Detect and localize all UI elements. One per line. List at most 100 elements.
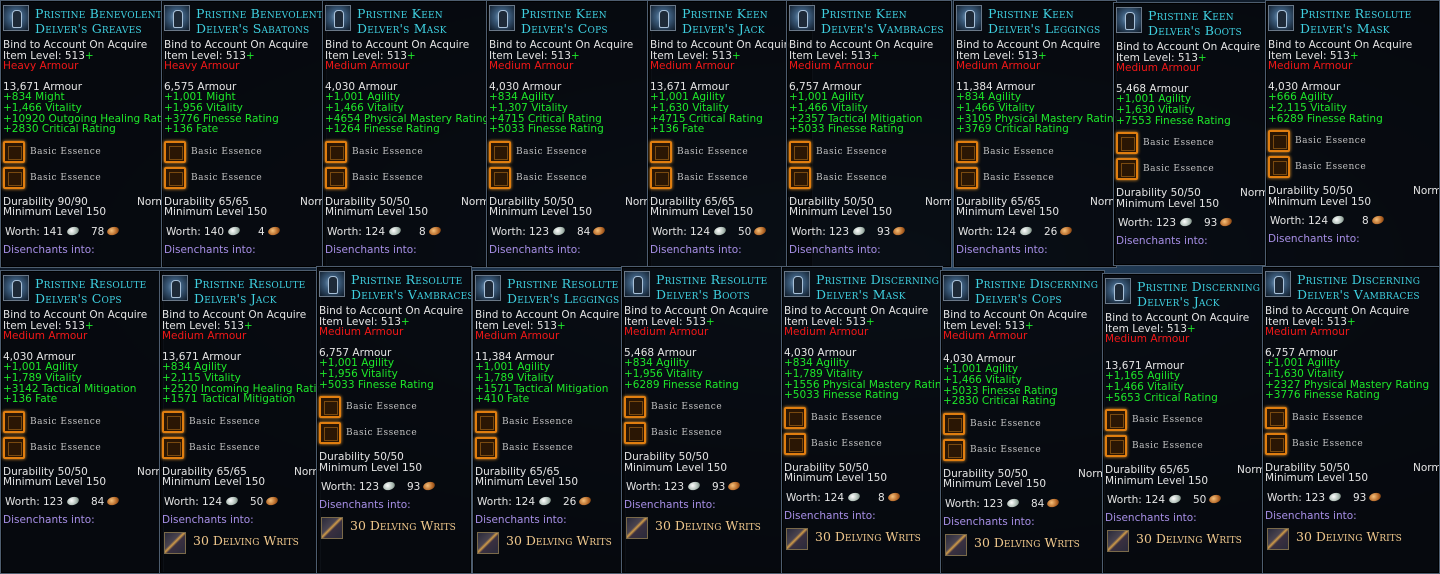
- essence-socket-icon[interactable]: [943, 438, 965, 461]
- essence-socket-icon[interactable]: [1105, 409, 1127, 432]
- item-tooltip[interactable]: Pristine Discerning Delver's Jack Bind to …: [1102, 273, 1264, 574]
- armour-item-icon[interactable]: [3, 5, 29, 31]
- essence-slot[interactable]: Basic Essence: [624, 396, 780, 422]
- delving-writ-icon[interactable]: [945, 533, 967, 556]
- essence-socket-icon[interactable]: [164, 140, 186, 163]
- delving-writ-icon[interactable]: [1267, 527, 1289, 550]
- essence-slot[interactable]: Basic Essence: [943, 438, 1102, 465]
- item-tooltip[interactable]: Pristine Keen Delver's Mask Bind to Accoun…: [322, 0, 488, 268]
- item-tooltip[interactable]: Pristine Keen Delver's Boots Bind to Accou…: [1113, 2, 1267, 266]
- essence-socket-icon[interactable]: [162, 410, 184, 433]
- essence-socket-icon[interactable]: [650, 140, 672, 163]
- essence-slot[interactable]: Basic Essence: [789, 140, 949, 167]
- essence-socket-icon[interactable]: [956, 140, 978, 163]
- essence-slot[interactable]: Basic Essence: [475, 410, 623, 437]
- item-tooltip[interactable]: Pristine Benevolent Delver's Greaves Bind …: [0, 0, 164, 268]
- armour-item-icon[interactable]: [650, 5, 676, 31]
- item-tooltip[interactable]: Pristine Discerning Delver's Mask Bind to …: [781, 266, 943, 574]
- item-tooltip[interactable]: Pristine Resolute Delver's Jack Bind to Ac…: [159, 270, 321, 574]
- essence-socket-icon[interactable]: [162, 436, 184, 459]
- essence-socket-icon[interactable]: [1265, 432, 1287, 455]
- essence-socket-icon[interactable]: [789, 140, 811, 163]
- essence-socket-icon[interactable]: [1265, 406, 1287, 429]
- essence-slot[interactable]: Basic Essence: [789, 166, 949, 193]
- essence-slot[interactable]: Basic Essence: [1265, 432, 1437, 459]
- armour-item-icon[interactable]: [1265, 271, 1291, 297]
- delving-writ-icon[interactable]: [321, 517, 343, 540]
- essence-socket-icon[interactable]: [1116, 132, 1138, 155]
- item-tooltip[interactable]: Pristine Resolute Delver's Leggings Bind t…: [472, 270, 626, 574]
- item-tooltip[interactable]: Pristine Resolute Delver's Vambraces Bind …: [316, 266, 472, 574]
- essence-slot[interactable]: Basic Essence: [1268, 156, 1437, 182]
- essence-socket-icon[interactable]: [789, 166, 811, 189]
- essence-slot[interactable]: Basic Essence: [624, 422, 780, 448]
- delving-writs-reward[interactable]: 30 Delving Writs: [943, 532, 1102, 560]
- item-tooltip[interactable]: Pristine Benevolent Delver's Sabatons Bind…: [161, 0, 327, 268]
- essence-socket-icon[interactable]: [1268, 156, 1290, 179]
- essence-socket-icon[interactable]: [784, 432, 806, 455]
- armour-item-icon[interactable]: [1105, 278, 1131, 304]
- essence-slot[interactable]: Basic Essence: [1116, 158, 1264, 184]
- essence-socket-icon[interactable]: [943, 412, 965, 435]
- essence-socket-icon[interactable]: [3, 140, 25, 163]
- armour-item-icon[interactable]: [784, 271, 810, 297]
- essence-slot[interactable]: Basic Essence: [956, 140, 1114, 167]
- armour-item-icon[interactable]: [475, 275, 501, 301]
- essence-socket-icon[interactable]: [3, 436, 25, 459]
- essence-socket-icon[interactable]: [1268, 130, 1290, 153]
- armour-item-icon[interactable]: [943, 275, 969, 301]
- item-tooltip[interactable]: Pristine Resolute Delver's Boots Bind to A…: [621, 266, 783, 574]
- delving-writ-icon[interactable]: [786, 527, 808, 550]
- item-tooltip[interactable]: Pristine Resolute Delver's Cops Bind to Ac…: [0, 270, 164, 574]
- essence-slot[interactable]: Basic Essence: [325, 166, 485, 193]
- armour-item-icon[interactable]: [319, 271, 345, 297]
- delving-writs-reward[interactable]: 30 Delving Writs: [1265, 526, 1437, 554]
- armour-item-icon[interactable]: [325, 5, 351, 31]
- essence-socket-icon[interactable]: [624, 396, 646, 419]
- essence-socket-icon[interactable]: [650, 166, 672, 189]
- essence-socket-icon[interactable]: [1116, 158, 1138, 181]
- essence-slot[interactable]: Basic Essence: [1105, 435, 1261, 461]
- essence-socket-icon[interactable]: [489, 140, 511, 163]
- essence-slot[interactable]: Basic Essence: [3, 410, 161, 437]
- essence-socket-icon[interactable]: [956, 166, 978, 189]
- delving-writs-reward[interactable]: 30 Delving Writs: [624, 515, 780, 543]
- essence-slot[interactable]: Basic Essence: [475, 436, 623, 463]
- essence-slot[interactable]: Basic Essence: [784, 406, 940, 433]
- essence-socket-icon[interactable]: [624, 422, 646, 445]
- item-tooltip[interactable]: Pristine Discerning Delver's Vambraces Bin…: [1262, 266, 1440, 574]
- armour-item-icon[interactable]: [164, 5, 190, 31]
- armour-item-icon[interactable]: [956, 5, 982, 31]
- armour-item-icon[interactable]: [162, 275, 188, 301]
- essence-socket-icon[interactable]: [3, 166, 25, 189]
- armour-item-icon[interactable]: [1268, 5, 1294, 31]
- essence-slot[interactable]: Basic Essence: [784, 432, 940, 459]
- essence-slot[interactable]: Basic Essence: [489, 140, 649, 167]
- armour-item-icon[interactable]: [789, 5, 815, 31]
- essence-slot[interactable]: Basic Essence: [3, 166, 161, 193]
- essence-socket-icon[interactable]: [475, 410, 497, 433]
- item-tooltip[interactable]: Pristine Discerning Delver's Cops Bind to …: [940, 270, 1105, 574]
- essence-socket-icon[interactable]: [319, 422, 341, 445]
- delving-writ-icon[interactable]: [164, 531, 186, 554]
- essence-socket-icon[interactable]: [164, 166, 186, 189]
- essence-slot[interactable]: Basic Essence: [1116, 132, 1264, 158]
- essence-socket-icon[interactable]: [319, 396, 341, 419]
- essence-slot[interactable]: Basic Essence: [325, 140, 485, 167]
- essence-slot[interactable]: Basic Essence: [943, 412, 1102, 439]
- essence-socket-icon[interactable]: [1105, 435, 1127, 458]
- item-tooltip[interactable]: Pristine Keen Delver's Cops Bind to Accoun…: [486, 0, 652, 268]
- essence-slot[interactable]: Basic Essence: [162, 436, 318, 463]
- armour-item-icon[interactable]: [624, 271, 650, 297]
- essence-slot[interactable]: Basic Essence: [164, 140, 324, 167]
- armour-item-icon[interactable]: [1116, 7, 1142, 33]
- essence-slot[interactable]: Basic Essence: [489, 166, 649, 193]
- delving-writ-icon[interactable]: [1107, 530, 1129, 553]
- item-tooltip[interactable]: Pristine Keen Delver's Vambraces Bind to A…: [786, 0, 952, 268]
- essence-slot[interactable]: Basic Essence: [162, 410, 318, 437]
- essence-slot[interactable]: Basic Essence: [319, 422, 469, 448]
- essence-socket-icon[interactable]: [475, 436, 497, 459]
- essence-slot[interactable]: Basic Essence: [3, 436, 161, 463]
- essence-slot[interactable]: Basic Essence: [1268, 130, 1437, 156]
- essence-slot[interactable]: Basic Essence: [1265, 406, 1437, 433]
